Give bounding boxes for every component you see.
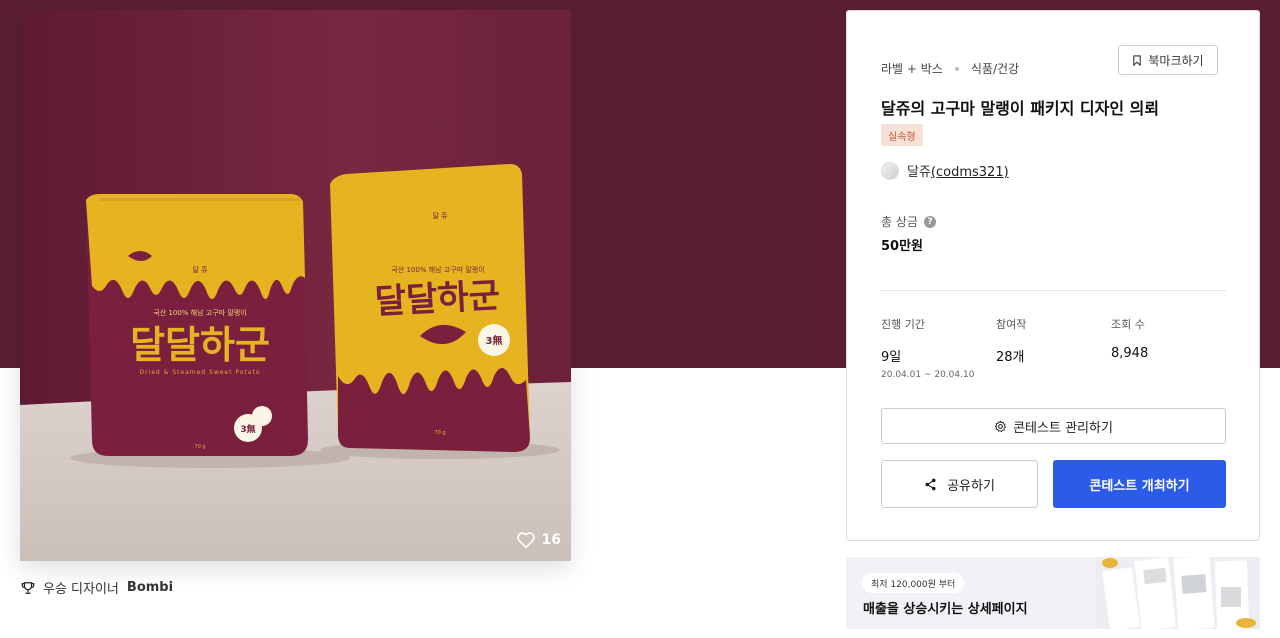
share-button[interactable]: 공유하기 [881, 460, 1038, 508]
svg-text:달달하군: 달달하군 [374, 276, 501, 322]
ad-banner[interactable]: 최저 120,000원 부터 매출을 상승시키는 상세페이지 [846, 557, 1260, 629]
share-icon [925, 478, 936, 490]
winner-name[interactable]: Bombi [127, 580, 173, 595]
host-info[interactable]: 달쥬(codms321) [881, 161, 1009, 180]
prize-label: 총 상금 ? [881, 213, 936, 230]
question-icon[interactable]: ? [923, 215, 936, 228]
host-name: 달쥬(codms321) [907, 165, 1009, 180]
stat-views: 조회 수 8,948 [1111, 318, 1149, 361]
svg-text:달 쥬: 달 쥬 [432, 212, 448, 220]
svg-text:3無: 3無 [240, 423, 255, 435]
ad-title: 매출을 상승시키는 상세페이지 [863, 602, 1028, 617]
avatar [881, 161, 899, 180]
contest-main-image[interactable]: 달 쥬 국산 100% 해남 고구마 말랭이 달달하군 Dried & Stea… [20, 10, 571, 561]
bookmark-button[interactable]: 북마크하기 [1118, 45, 1218, 75]
bookmark-label: 북마크하기 [1148, 53, 1204, 68]
svg-text:Dried & Steamed Sweet Potato: Dried & Steamed Sweet Potato [139, 369, 260, 376]
svg-text:3無: 3無 [486, 334, 503, 347]
breadcrumb-separator [954, 66, 959, 71]
manage-contest-button[interactable]: 콘테스트 관리하기 [881, 408, 1226, 444]
like-count: 16 [541, 532, 561, 548]
trophy-icon [21, 581, 35, 594]
manage-contest-label: 콘테스트 관리하기 [1013, 420, 1113, 436]
host-contest-button[interactable]: 콘테스트 개최하기 [1053, 460, 1226, 508]
host-id[interactable]: (codms321) [931, 165, 1009, 180]
prize-value: 50만원 [881, 239, 924, 254]
svg-text:국산 100% 해남 고구마 말랭이: 국산 100% 해남 고구마 말랭이 [391, 265, 484, 274]
svg-text:70 g: 70 g [434, 430, 445, 436]
winner-label: 우승 디자이너 [43, 582, 119, 597]
stat-duration: 진행 기간 9일 20.04.01 ~ 20.04.10 [881, 318, 975, 380]
like-button[interactable]: 16 [516, 531, 561, 549]
bookmark-icon [1133, 54, 1142, 66]
stat-entries: 참여작 28개 [996, 318, 1027, 365]
plan-badge: 실속형 [881, 124, 923, 146]
svg-text:70 g: 70 g [194, 444, 205, 450]
heart-icon [516, 532, 535, 549]
pouch-front-image: 달 쥬 국산 100% 해남 고구마 말랭이 달달하군 Dried & Stea… [86, 194, 308, 456]
svg-text:달 쥬: 달 쥬 [192, 266, 208, 274]
category-sub[interactable]: 식품/건강 [971, 60, 1019, 77]
divider [881, 290, 1226, 291]
svg-text:국산 100% 해남 고구마 말랭이: 국산 100% 해남 고구마 말랭이 [153, 308, 246, 317]
category-breadcrumb: 라벨 + 박스 식품/건강 [881, 60, 1019, 77]
category-main[interactable]: 라벨 + 박스 [881, 60, 943, 77]
gear-icon [994, 420, 1007, 432]
pouch-side-image: 달 쥬 국산 100% 해남 고구마 말랭이 달달하군 3無 70 g [330, 164, 530, 452]
winner-designer: 우승 디자이너 Bombi [21, 578, 173, 597]
svg-text:달달하군: 달달하군 [130, 323, 270, 367]
share-label: 공유하기 [947, 478, 995, 494]
contest-title: 달쥬의 고구마 말랭이 패키지 디자인 의뢰 [881, 99, 1160, 118]
ad-preview-image [1096, 557, 1260, 629]
contest-info-card: 라벨 + 박스 식품/건강 북마크하기 달쥬의 고구마 말랭이 패키지 디자인 … [846, 10, 1260, 541]
ad-price-pill: 최저 120,000원 부터 [862, 573, 965, 593]
